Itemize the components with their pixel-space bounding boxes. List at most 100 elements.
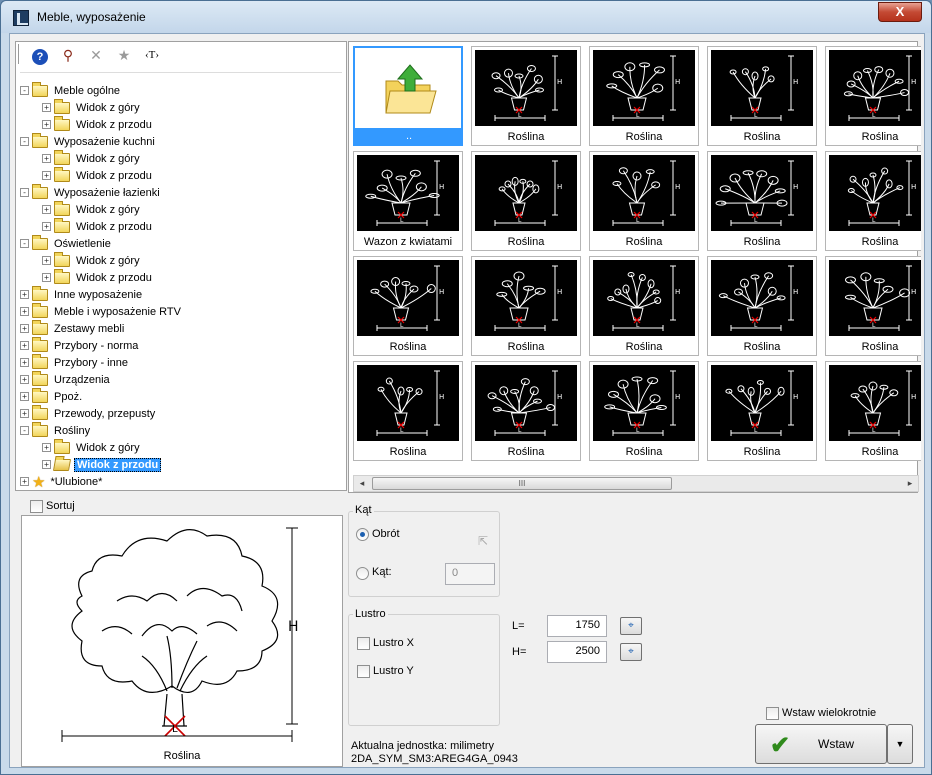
symbol-tile[interactable]: H L Roślina	[707, 361, 817, 461]
mirror-y-checkbox[interactable]	[357, 665, 370, 678]
title-bar[interactable]: Meble, wyposażenie X	[1, 1, 931, 33]
tree-item[interactable]: + ★ *Ulubione*	[20, 473, 104, 491]
expand-icon[interactable]: +	[42, 171, 51, 180]
expand-icon[interactable]: +	[42, 443, 51, 452]
symbol-tile[interactable]: H L Roślina	[589, 256, 699, 356]
expand-icon[interactable]: +	[20, 392, 29, 401]
expand-icon[interactable]: +	[20, 290, 29, 299]
collapse-icon[interactable]: -	[20, 239, 29, 248]
pick-height-icon[interactable]: ⌖	[620, 643, 642, 661]
symbol-tile[interactable]: H L Roślina	[589, 361, 699, 461]
symbol-gallery[interactable]: .. H L Roślina H L Roślina H L Roślina H L Roślina H L…	[353, 46, 921, 503]
angle-radio[interactable]	[356, 567, 369, 580]
tree-item[interactable]: + Widok z przodu	[42, 166, 154, 184]
tree-item[interactable]: + Przybory - norma	[20, 336, 140, 354]
insert-dropdown-button[interactable]: ▼	[887, 724, 913, 764]
length-input[interactable]: 1750	[547, 615, 607, 637]
symbol-tile[interactable]: H L Roślina	[353, 256, 463, 356]
favorite-star-icon[interactable]: ★	[114, 45, 134, 65]
expand-icon[interactable]: +	[42, 120, 51, 129]
insert-button[interactable]: ✔ Wstaw	[755, 724, 887, 764]
expand-icon[interactable]: +	[20, 409, 29, 418]
symbol-tile[interactable]: H L Roślina	[825, 151, 921, 251]
expand-icon[interactable]: +	[20, 358, 29, 367]
expand-icon[interactable]: +	[20, 341, 29, 350]
collapse-icon[interactable]: -	[20, 426, 29, 435]
expand-icon[interactable]: +	[20, 375, 29, 384]
symbol-tile[interactable]: H L Roślina	[707, 151, 817, 251]
expand-icon[interactable]: +	[42, 222, 51, 231]
expand-icon[interactable]: +	[42, 103, 51, 112]
tree-item[interactable]: + Przewody, przepusty	[20, 404, 157, 422]
gallery-hscrollbar[interactable]: ◂ III ▸	[353, 475, 919, 492]
symbol-tile[interactable]: H L Roślina	[707, 46, 817, 146]
insert-multiple-checkbox[interactable]	[766, 707, 779, 720]
tree-item[interactable]: - Wyposażenie łazienki	[20, 183, 162, 201]
tree-item[interactable]: + Widok z góry	[42, 200, 142, 218]
expand-icon[interactable]: +	[42, 273, 51, 282]
tree-item[interactable]: + Meble i wyposażenie RTV	[20, 302, 183, 320]
collapse-icon[interactable]: -	[20, 137, 29, 146]
symbol-tile[interactable]: H L Roślina	[471, 361, 581, 461]
tree-item[interactable]: + Urządzenia	[20, 370, 112, 388]
text-icon[interactable]: ‹T›	[142, 45, 162, 65]
symbol-tile[interactable]: H L Wazon z kwiatami	[353, 151, 463, 251]
toolbar-grip[interactable]	[18, 44, 22, 64]
tree-item[interactable]: + Przybory - inne	[20, 353, 130, 371]
tree-item[interactable]: + Widok z góry	[42, 251, 142, 269]
scroll-thumb[interactable]: III	[372, 477, 672, 490]
symbol-tile[interactable]: H L Roślina	[707, 256, 817, 356]
scroll-left-icon[interactable]: ◂	[354, 476, 370, 491]
mirror-x-checkbox[interactable]	[357, 637, 370, 650]
symbol-tile[interactable]: H L Roślina	[353, 361, 463, 461]
tree-item[interactable]: + Widok z góry	[42, 149, 142, 167]
expand-icon[interactable]: +	[42, 460, 51, 469]
expand-icon[interactable]: +	[20, 477, 29, 486]
tree-item[interactable]: + Inne wyposażenie	[20, 285, 144, 303]
pick-length-icon[interactable]: ⌖	[620, 617, 642, 635]
tree-item[interactable]: - Meble ogólne	[20, 82, 122, 99]
symbol-tile[interactable]: H L Roślina	[825, 256, 921, 356]
symbol-tile[interactable]: H L Roślina	[471, 256, 581, 356]
find-icon[interactable]: ⚲	[58, 45, 78, 65]
help-icon[interactable]: ?	[30, 45, 50, 65]
tree-item[interactable]: - Oświetlenie	[20, 234, 113, 252]
rotation-radio[interactable]	[356, 528, 369, 541]
symbol-tile[interactable]: H L Roślina	[589, 46, 699, 146]
expand-icon[interactable]: +	[42, 154, 51, 163]
scroll-right-icon[interactable]: ▸	[902, 476, 918, 491]
tree-item[interactable]: + Widok z przodu	[42, 456, 162, 473]
category-tree[interactable]: - Meble ogólne + Widok z góry + Widok z przod…	[20, 82, 350, 496]
tree-item[interactable]: + Widok z przodu	[42, 268, 154, 286]
collapse-icon[interactable]: -	[20, 86, 29, 95]
symbol-tile[interactable]: H L Roślina	[825, 361, 921, 461]
tree-item[interactable]: + Widok z przodu	[42, 217, 154, 235]
expand-icon[interactable]: +	[20, 307, 29, 316]
close-button[interactable]: X	[878, 2, 922, 22]
sort-checkbox[interactable]	[30, 500, 43, 513]
symbol-tile[interactable]: H L Roślina	[589, 151, 699, 251]
angle-input[interactable]: 0	[445, 563, 495, 585]
tree-item[interactable]: + Zestawy mebli	[20, 319, 126, 337]
tree-item[interactable]: + Widok z góry	[42, 438, 142, 456]
folder-icon	[54, 438, 70, 454]
tree-item[interactable]: - Wyposażenie kuchni	[20, 132, 157, 150]
delete-icon[interactable]: ✕	[86, 45, 106, 65]
expand-icon[interactable]: +	[20, 324, 29, 333]
collapse-icon[interactable]: -	[20, 188, 29, 197]
tree-item[interactable]: - Rośliny	[20, 421, 92, 439]
parent-folder-tile[interactable]: ..	[353, 46, 463, 146]
tree-item[interactable]: + Widok z góry	[42, 98, 142, 116]
expand-icon[interactable]: +	[42, 256, 51, 265]
height-input[interactable]: 2500	[547, 641, 607, 663]
pick-angle-icon[interactable]: ⇱	[478, 534, 488, 548]
symbol-tile[interactable]: H L Roślina	[825, 46, 921, 146]
svg-text:H: H	[557, 288, 562, 296]
expand-icon[interactable]: +	[42, 205, 51, 214]
symbol-tile[interactable]: H L Roślina	[471, 151, 581, 251]
tree-item[interactable]: + Widok z przodu	[42, 115, 154, 133]
mirror-group-title: Lustro	[353, 608, 388, 620]
tree-item[interactable]: + Ppoż.	[20, 387, 84, 405]
symbol-tile[interactable]: H L Roślina	[471, 46, 581, 146]
tree-item-label: Widok z przodu	[76, 271, 152, 284]
